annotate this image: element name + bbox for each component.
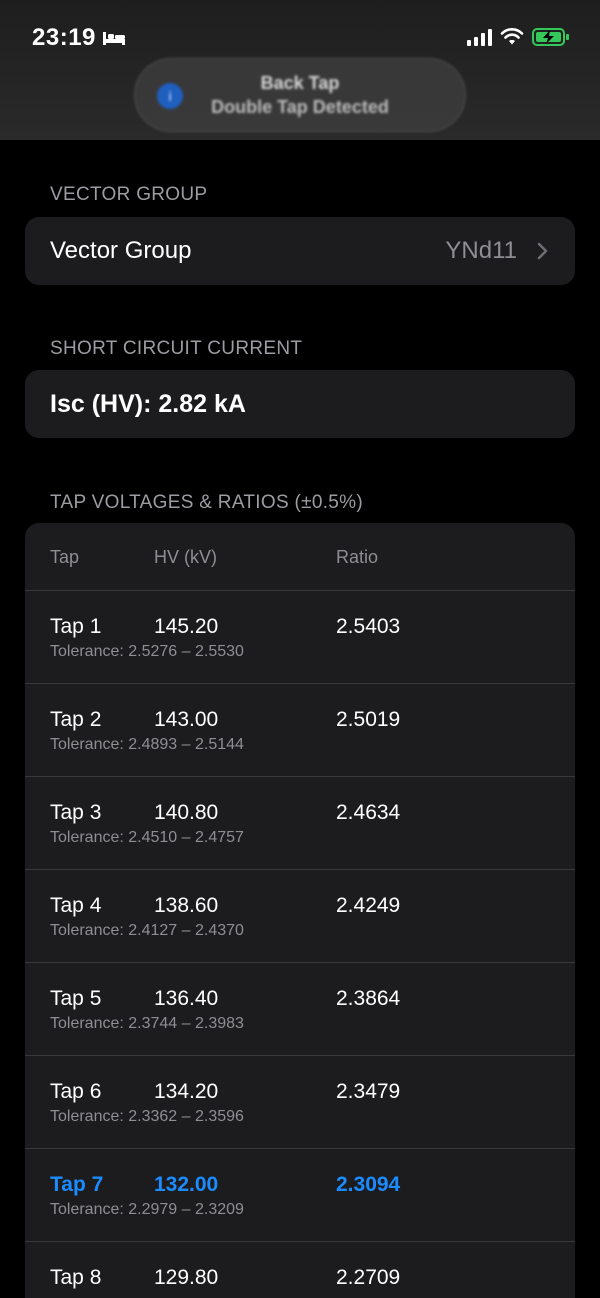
tap-tolerance: Tolerance: 2.3362 – 2.3596 — [50, 1108, 244, 1125]
section-label-vector-group: VECTOR GROUP — [50, 184, 208, 205]
tap-hv: 143.00 — [154, 708, 219, 731]
tap-table-header: Tap HV (kV) Ratio — [25, 523, 575, 591]
tap-hv: 134.20 — [154, 1080, 219, 1103]
banner-subtitle: Double Tap Detected — [211, 97, 389, 117]
back-tap-banner: i Back Tap Double Tap Detected — [134, 58, 466, 132]
tap-row[interactable]: Tap 1 145.20 2.5403 Tolerance: 2.5276 – … — [25, 591, 575, 684]
tap-ratio: 2.3864 — [336, 987, 401, 1010]
bed-icon — [103, 32, 125, 45]
tap-hv: 129.80 — [154, 1266, 219, 1289]
tap-name: Tap 1 — [50, 615, 102, 638]
header-tap: Tap — [50, 547, 80, 567]
vector-group-row[interactable]: Vector Group YNd11 — [25, 217, 575, 285]
tap-name: Tap 7 — [50, 1173, 104, 1196]
tap-hv: 138.60 — [154, 894, 219, 917]
tap-row[interactable]: Tap 2 143.00 2.5019 Tolerance: 2.4893 – … — [25, 684, 575, 777]
tap-row-selected[interactable]: Tap 7 132.00 2.3094 Tolerance: 2.2979 – … — [25, 1149, 575, 1242]
tap-row[interactable]: Tap 3 140.80 2.4634 Tolerance: 2.4510 – … — [25, 777, 575, 870]
tap-name: Tap 8 — [50, 1266, 102, 1289]
tap-name: Tap 6 — [50, 1080, 102, 1103]
signal-icon — [467, 28, 492, 46]
tap-ratio: 2.5403 — [336, 615, 401, 638]
tap-ratio: 2.4634 — [336, 801, 401, 824]
tap-hv: 132.00 — [154, 1173, 219, 1196]
status-time: 23:19 — [32, 24, 96, 51]
tap-hv: 136.40 — [154, 987, 219, 1010]
battery-charging-icon — [532, 28, 569, 46]
banner-title: Back Tap — [260, 73, 340, 93]
section-label-taps: TAP VOLTAGES & RATIOS (±0.5%) — [50, 492, 363, 513]
tap-ratio: 2.4249 — [336, 894, 401, 917]
chevron-right-icon — [537, 242, 548, 260]
short-circuit-row: Isc (HV): 2.82 kA — [25, 370, 575, 438]
tap-ratio: 2.2709 — [336, 1266, 401, 1289]
tap-tolerance: Tolerance: 2.5276 – 2.5530 — [50, 643, 244, 660]
tap-tolerance: Tolerance: 2.3744 – 2.3983 — [50, 1015, 244, 1032]
tap-tolerance: Tolerance: 2.4893 – 2.5144 — [50, 736, 244, 753]
tap-name: Tap 2 — [50, 708, 102, 731]
vector-group-label: Vector Group — [50, 237, 192, 264]
tap-ratio: 2.3094 — [336, 1173, 401, 1196]
status-bar: 23:19 i Back Tap Double Tap Detected — [0, 0, 600, 140]
tap-name: Tap 3 — [50, 801, 102, 824]
header-hv: HV (kV) — [154, 547, 217, 567]
tap-tolerance: Tolerance: 2.2979 – 2.3209 — [50, 1201, 244, 1218]
status-icons — [467, 26, 570, 48]
tap-hv: 140.80 — [154, 801, 219, 824]
tap-row[interactable]: Tap 8 129.80 2.2709 — [25, 1242, 575, 1298]
section-label-short-circuit: SHORT CIRCUIT CURRENT — [50, 338, 303, 359]
tap-name: Tap 4 — [50, 894, 102, 917]
tap-row[interactable]: Tap 6 134.20 2.3479 Tolerance: 2.3362 – … — [25, 1056, 575, 1149]
tap-name: Tap 5 — [50, 987, 102, 1010]
vector-group-value: YNd11 — [445, 237, 517, 264]
tap-ratio: 2.3479 — [336, 1080, 401, 1103]
tap-tolerance: Tolerance: 2.4127 – 2.4370 — [50, 922, 244, 939]
tap-ratio: 2.5019 — [336, 708, 401, 731]
tap-table: Tap HV (kV) Ratio Tap 1 145.20 2.5403 To… — [25, 523, 575, 1298]
tap-row[interactable]: Tap 5 136.40 2.3864 Tolerance: 2.3744 – … — [25, 963, 575, 1056]
tap-hv: 145.20 — [154, 615, 219, 638]
wifi-icon — [500, 28, 524, 45]
tap-tolerance: Tolerance: 2.4510 – 2.4757 — [50, 829, 244, 846]
isc-value: Isc (HV): 2.82 kA — [50, 390, 246, 418]
header-ratio: Ratio — [336, 547, 379, 567]
tap-row[interactable]: Tap 4 138.60 2.4249 Tolerance: 2.4127 – … — [25, 870, 575, 963]
